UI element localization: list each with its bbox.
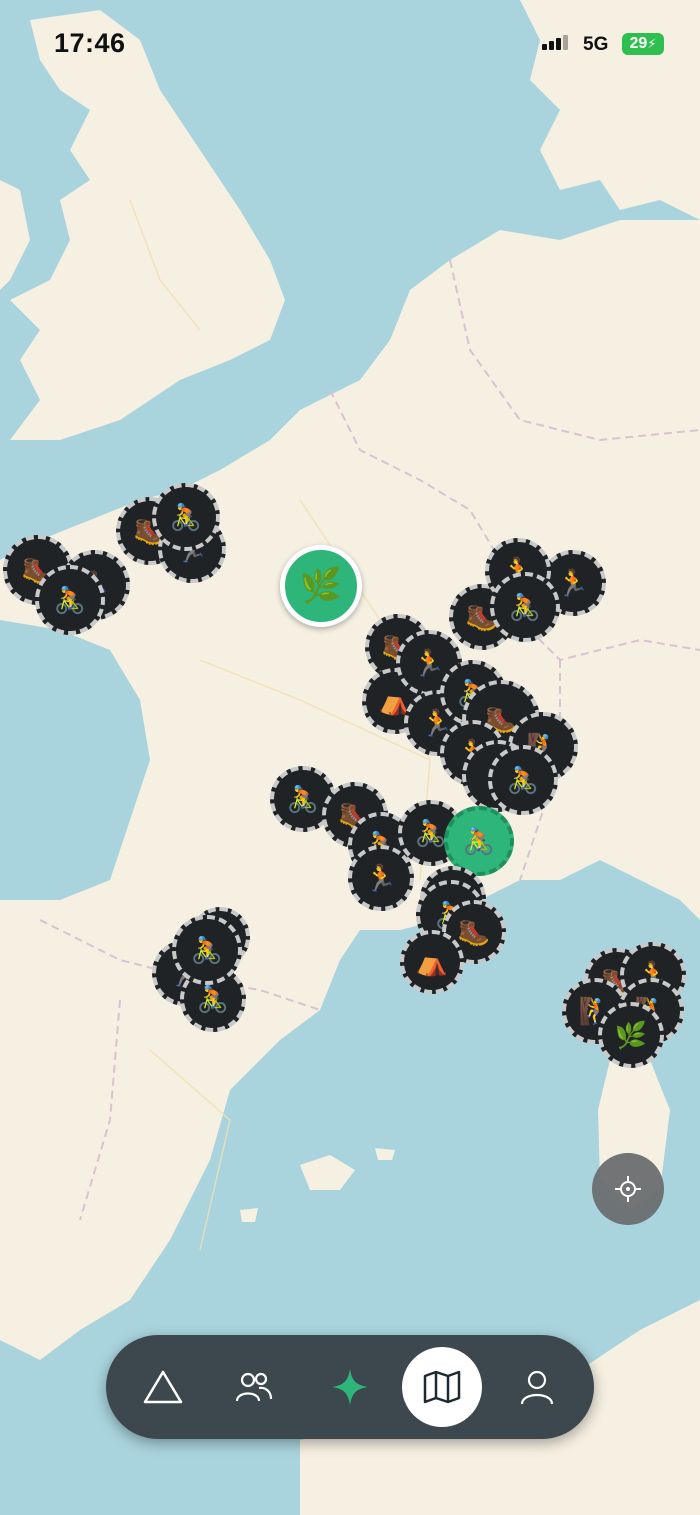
activity-marker-camping[interactable]: ⛺: [400, 930, 464, 994]
activity-marker-cyclist[interactable]: 🚴: [490, 572, 560, 642]
map-icon: [423, 1370, 461, 1404]
triangle-icon: [143, 1370, 183, 1404]
activity-marker-runner[interactable]: 🏃: [348, 845, 414, 911]
cellular-signal-icon: [542, 34, 570, 50]
crosshair-icon: [615, 1176, 641, 1202]
sparkle-icon: [332, 1369, 368, 1405]
locate-me-button[interactable]: [592, 1153, 664, 1225]
status-bar: 17:46 5G 29 ⚡: [0, 0, 700, 90]
people-icon: [235, 1372, 273, 1402]
activity-marker-herb[interactable]: 🌿: [598, 1002, 664, 1068]
bottom-tab-bar: [106, 1335, 594, 1439]
tab-map[interactable]: [402, 1347, 482, 1427]
clock: 17:46: [54, 28, 126, 58]
tab-discover[interactable]: [310, 1347, 390, 1427]
activity-marker-cyclist[interactable]: 🚴: [152, 483, 220, 551]
charging-bolt-icon: ⚡: [647, 36, 657, 51]
activity-marker-cyclist[interactable]: 🚴: [35, 565, 105, 635]
network-type: 5G: [583, 34, 609, 55]
activity-marker-leaf-selected[interactable]: 🌿: [280, 545, 362, 627]
battery-icon: 29 ⚡: [622, 33, 664, 55]
activity-marker-cyclist[interactable]: 🚴: [488, 745, 558, 815]
tab-activities[interactable]: [123, 1347, 203, 1427]
profile-icon: [520, 1370, 554, 1405]
tab-profile[interactable]: [497, 1347, 577, 1427]
map-canvas[interactable]: [0, 0, 700, 1515]
tab-community[interactable]: [214, 1347, 294, 1427]
activity-marker-cyclist[interactable]: 🚴: [172, 915, 242, 985]
battery-level: 29: [629, 35, 648, 52]
